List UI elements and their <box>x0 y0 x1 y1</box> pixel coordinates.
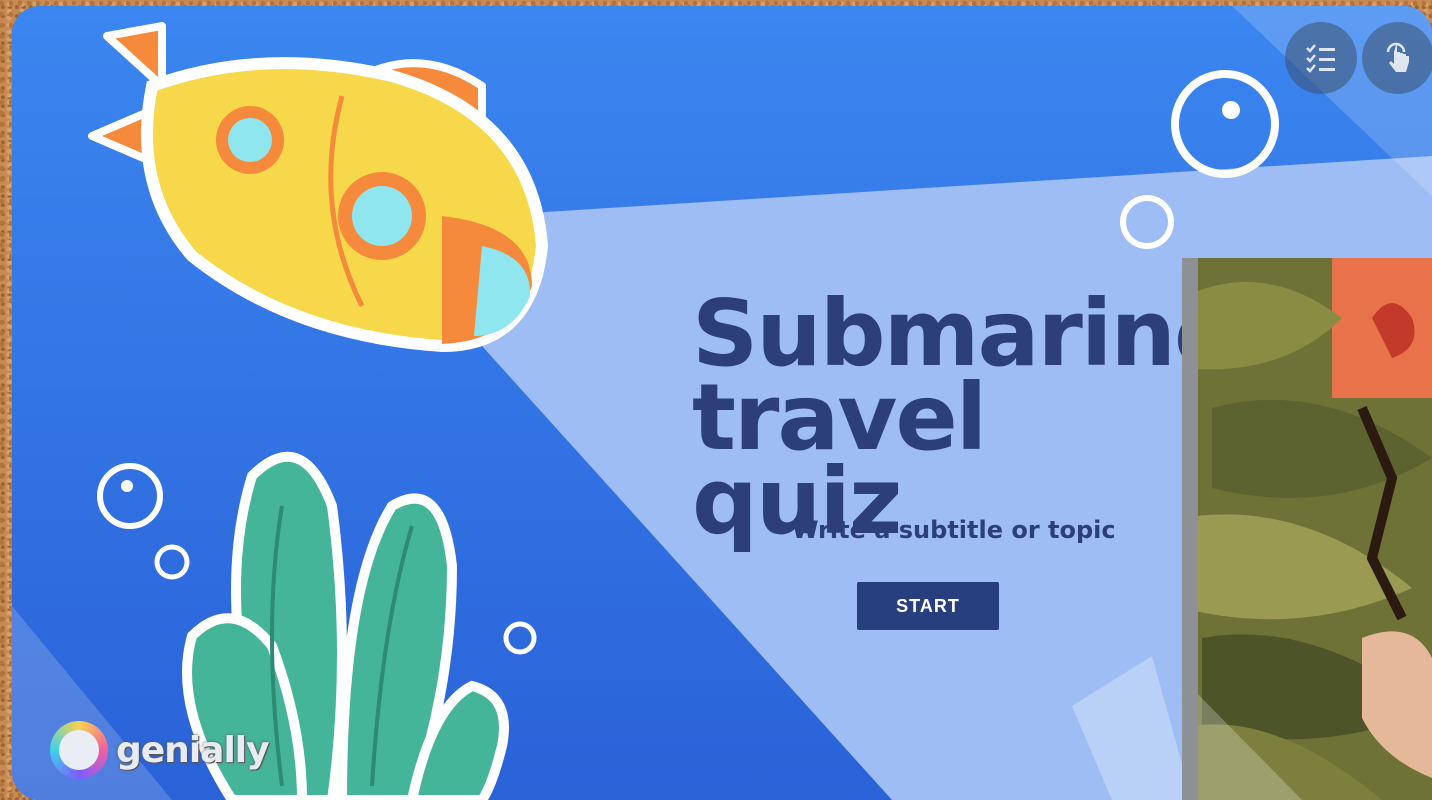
jungle-illustration <box>1182 258 1432 800</box>
genially-logo[interactable]: genially <box>50 718 270 782</box>
checklist-button[interactable] <box>1285 22 1357 94</box>
genially-logo-text: genially <box>116 729 270 771</box>
touch-interaction-button[interactable] <box>1362 22 1432 94</box>
quiz-title: Submarine travel quiz <box>692 288 1236 548</box>
start-button[interactable]: START <box>857 582 999 630</box>
hand-pointer-icon <box>1386 42 1409 72</box>
preview-frame <box>1182 258 1198 800</box>
next-slide-preview[interactable] <box>1182 258 1432 800</box>
genially-logo-icon <box>50 721 108 779</box>
checklist-icon <box>1306 44 1335 73</box>
quiz-subtitle: Write a subtitle or topic <box>792 516 1116 544</box>
